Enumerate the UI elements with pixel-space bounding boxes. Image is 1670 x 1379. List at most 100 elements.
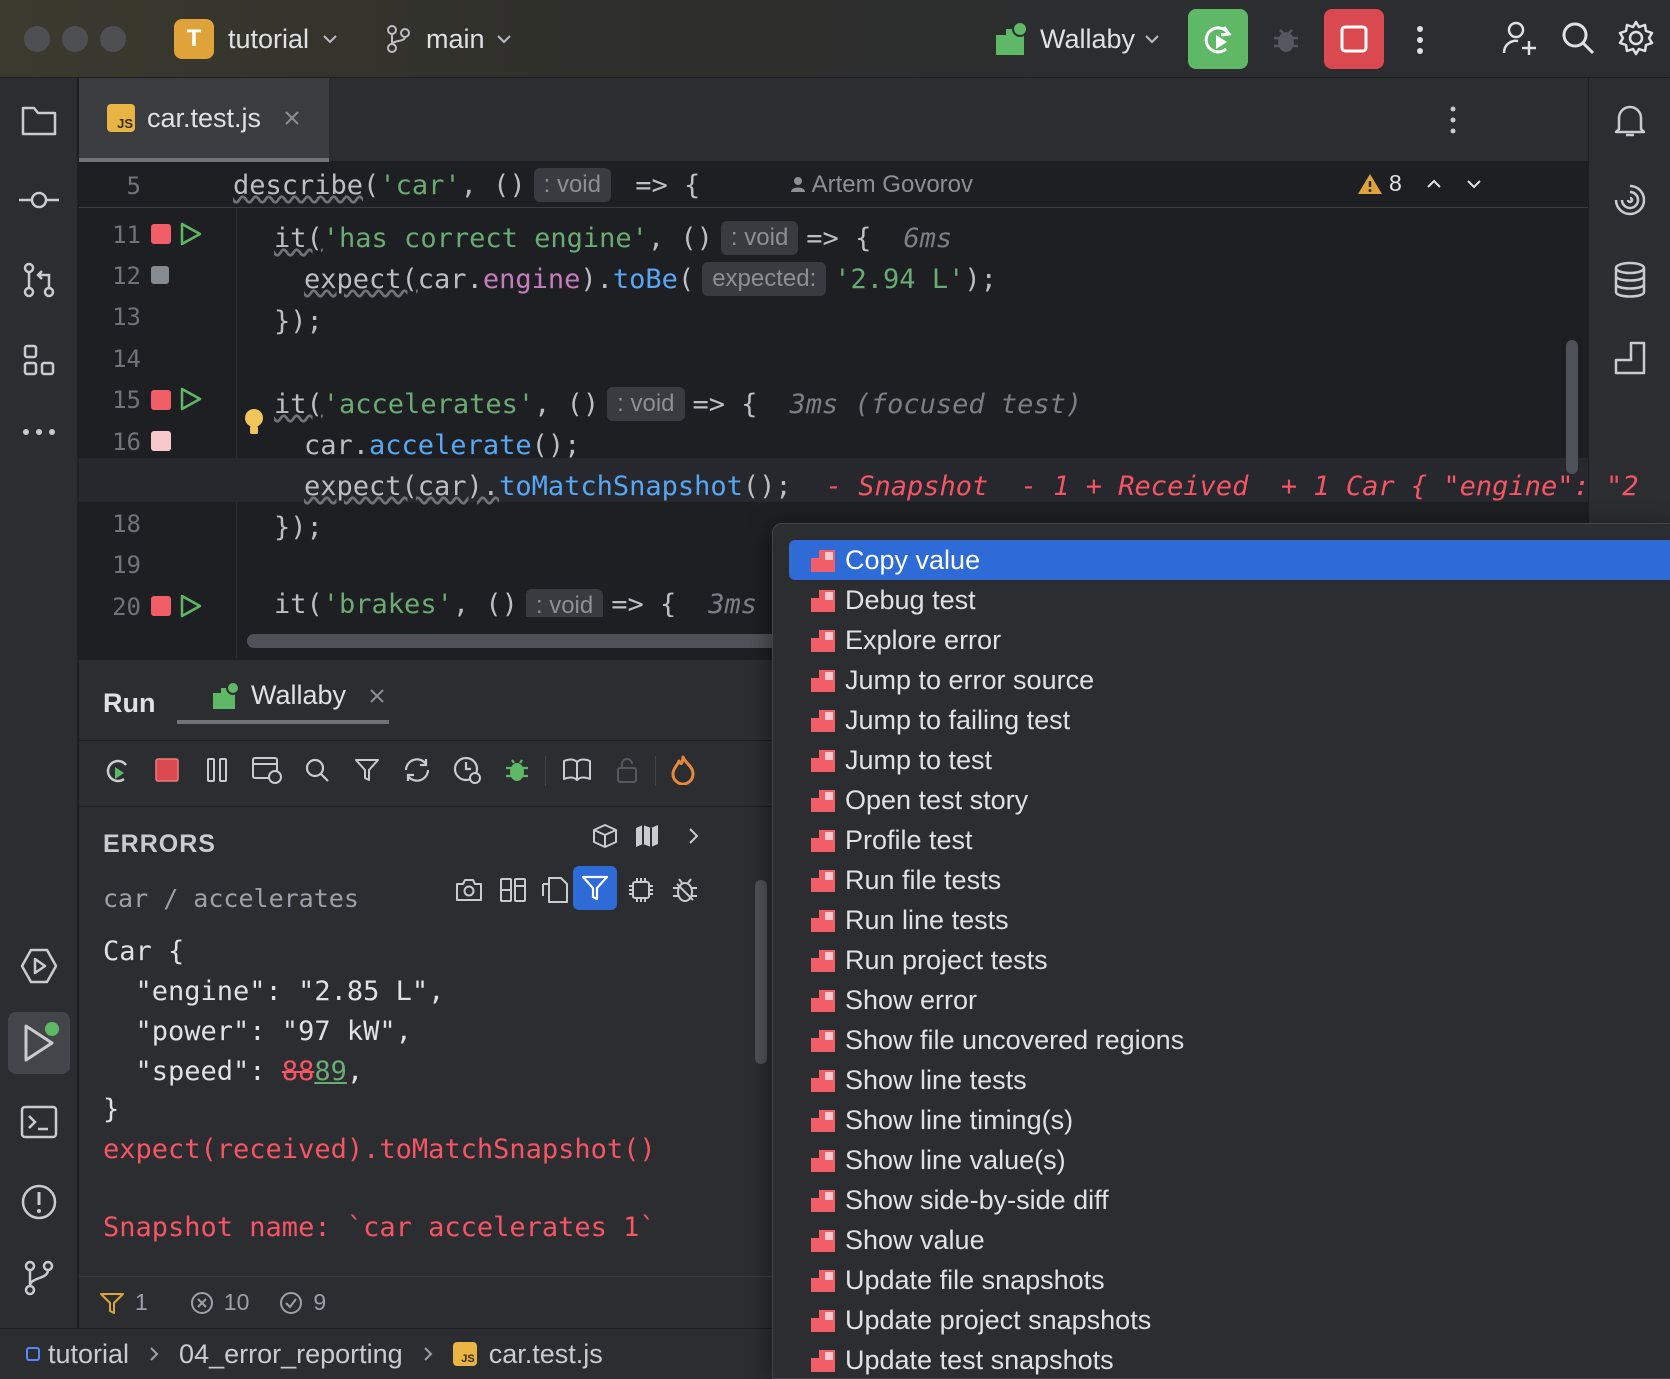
layout-button[interactable] xyxy=(1606,334,1654,382)
run-config-selector[interactable]: Wallaby xyxy=(994,18,1163,60)
menu-item[interactable]: Jump to error source xyxy=(789,660,1670,700)
breadcrumb-item[interactable]: car.test.js xyxy=(489,1339,603,1370)
menu-item[interactable]: Open test story xyxy=(789,780,1670,820)
close-icon[interactable] xyxy=(368,687,386,705)
error-output-line: "speed": 8889, xyxy=(103,1056,364,1087)
menu-item[interactable]: Show value xyxy=(789,1220,1670,1260)
window-minimize-button[interactable] xyxy=(62,26,88,52)
menu-item[interactable]: Show file uncovered regions xyxy=(789,1020,1670,1060)
debug-button[interactable] xyxy=(1264,18,1308,62)
menu-item[interactable]: Run line tests xyxy=(789,900,1670,940)
search-button[interactable] xyxy=(1556,16,1600,60)
menu-item[interactable]: Show line timing(s) xyxy=(789,1100,1670,1140)
run-test-icon[interactable] xyxy=(179,386,203,412)
menu-item[interactable]: Profile test xyxy=(789,820,1670,860)
failing-test-marker[interactable] xyxy=(151,390,171,410)
test-path[interactable]: car / accelerates xyxy=(103,884,359,913)
stop-button[interactable] xyxy=(147,750,187,790)
error-path-marker[interactable] xyxy=(151,431,171,451)
run-test-icon[interactable] xyxy=(179,221,203,247)
timings-button[interactable] xyxy=(447,750,487,790)
horizontal-scrollbar[interactable] xyxy=(247,634,787,648)
coverage-marker[interactable] xyxy=(151,266,169,284)
add-user-button[interactable] xyxy=(1498,16,1542,60)
inspections-widget[interactable]: 8 xyxy=(1357,170,1484,197)
editor-tab[interactable]: JS car.test.js xyxy=(79,78,329,162)
tab-options-button[interactable] xyxy=(1433,98,1473,142)
hot-reload-button[interactable] xyxy=(663,750,703,790)
window-zoom-button[interactable] xyxy=(100,26,126,52)
side-by-side-diff-button[interactable] xyxy=(493,870,533,910)
structure-tool-button[interactable] xyxy=(15,336,63,384)
notifications-button[interactable] xyxy=(1606,96,1654,144)
window-close-button[interactable] xyxy=(24,26,50,52)
search-button[interactable] xyxy=(297,750,337,790)
vertical-scrollbar[interactable] xyxy=(1566,340,1578,474)
failing-test-marker[interactable] xyxy=(151,596,171,616)
chip-button[interactable] xyxy=(621,870,661,910)
copy-button[interactable] xyxy=(535,870,575,910)
menu-item[interactable]: Show line value(s) xyxy=(789,1140,1670,1180)
services-tool-button[interactable] xyxy=(15,942,63,990)
rerun-button[interactable] xyxy=(97,750,137,790)
filter-toggle[interactable] xyxy=(573,866,617,910)
wallaby-run-tab[interactable]: Wallaby xyxy=(211,680,386,711)
menu-item-label: Copy value xyxy=(845,544,981,575)
chevron-down-icon[interactable] xyxy=(1464,174,1484,194)
run-tool-button[interactable] xyxy=(8,1012,70,1074)
more-actions-button[interactable] xyxy=(1400,18,1440,62)
project-selector[interactable]: T tutorial xyxy=(174,18,341,60)
snapshot-button[interactable] xyxy=(449,870,489,910)
git-tool-button[interactable] xyxy=(15,1254,63,1302)
ai-assistant-button[interactable] xyxy=(1606,176,1654,224)
cube-button[interactable] xyxy=(585,816,625,856)
code-token: it( xyxy=(274,589,323,617)
menu-item[interactable]: Jump to failing test xyxy=(789,700,1670,740)
menu-item[interactable]: Update test snapshots xyxy=(789,1340,1670,1379)
pause-button[interactable] xyxy=(197,750,237,790)
lightbulb-icon[interactable] xyxy=(243,408,265,438)
menu-item[interactable]: Show line tests xyxy=(789,1060,1670,1100)
failed-count: 10 xyxy=(223,1289,250,1315)
menu-item[interactable]: Jump to test xyxy=(789,740,1670,780)
debug-button[interactable] xyxy=(497,750,537,790)
lock-button[interactable] xyxy=(607,750,647,790)
rerun-button[interactable] xyxy=(1188,9,1248,69)
settings-button[interactable] xyxy=(1614,16,1658,60)
project-tool-button[interactable] xyxy=(15,96,63,144)
failing-test-marker[interactable] xyxy=(151,224,171,244)
errors-scrollbar[interactable] xyxy=(755,880,767,1064)
menu-item[interactable]: Copy value xyxy=(789,540,1670,580)
menu-item[interactable]: Update project snapshots xyxy=(789,1300,1670,1340)
pull-requests-tool-button[interactable] xyxy=(15,256,63,304)
more-tools-button[interactable] xyxy=(15,408,63,456)
sync-button[interactable] xyxy=(397,750,437,790)
menu-item[interactable]: Debug test xyxy=(789,580,1670,620)
docs-button[interactable] xyxy=(557,750,597,790)
terminal-tool-button[interactable] xyxy=(15,1098,63,1146)
menu-item[interactable]: Run file tests xyxy=(789,860,1670,900)
close-icon[interactable] xyxy=(283,109,301,127)
open-in-browser-button[interactable] xyxy=(247,750,287,790)
stop-button[interactable] xyxy=(1324,9,1384,69)
filter-button[interactable] xyxy=(347,750,387,790)
commit-tool-button[interactable] xyxy=(15,176,63,224)
menu-item-label: Update project snapshots xyxy=(845,1304,1152,1335)
breadcrumb-item[interactable]: tutorial xyxy=(48,1339,129,1370)
menu-item[interactable]: Update file snapshots xyxy=(789,1260,1670,1300)
test-counts-bar: 1 10 9 xyxy=(79,1276,779,1328)
map-button[interactable] xyxy=(627,816,667,856)
database-button[interactable] xyxy=(1606,256,1654,304)
problems-tool-button[interactable] xyxy=(15,1178,63,1226)
chevron-up-icon[interactable] xyxy=(1424,174,1444,194)
breadcrumb-item[interactable]: 04_error_reporting xyxy=(179,1339,403,1370)
expand-button[interactable] xyxy=(673,816,713,856)
run-test-icon[interactable] xyxy=(179,593,203,619)
menu-item[interactable]: Show side-by-side diff xyxy=(789,1180,1670,1220)
debug-test-button[interactable] xyxy=(665,870,705,910)
branch-selector[interactable]: main xyxy=(384,18,515,60)
menu-item[interactable]: Show error xyxy=(789,980,1670,1020)
menu-item[interactable]: Run project tests xyxy=(789,940,1670,980)
menu-item[interactable]: Explore error xyxy=(789,620,1670,660)
module-icon xyxy=(26,1347,40,1361)
